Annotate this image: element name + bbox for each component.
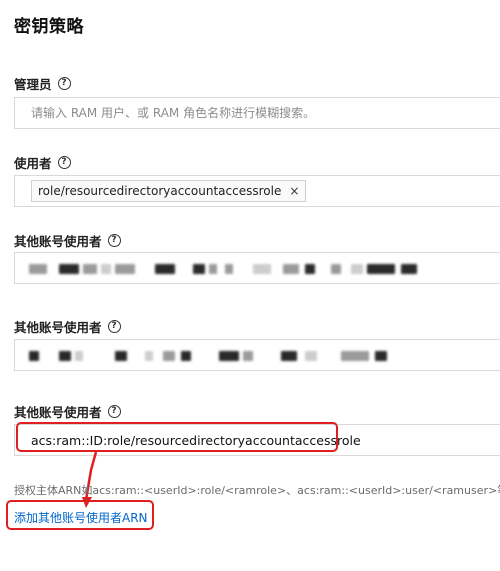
highlight-box-add-link	[6, 500, 154, 530]
arn-hint: 授权主体ARN如acs:ram::<userId>:role/<ramrole>…	[14, 484, 500, 497]
